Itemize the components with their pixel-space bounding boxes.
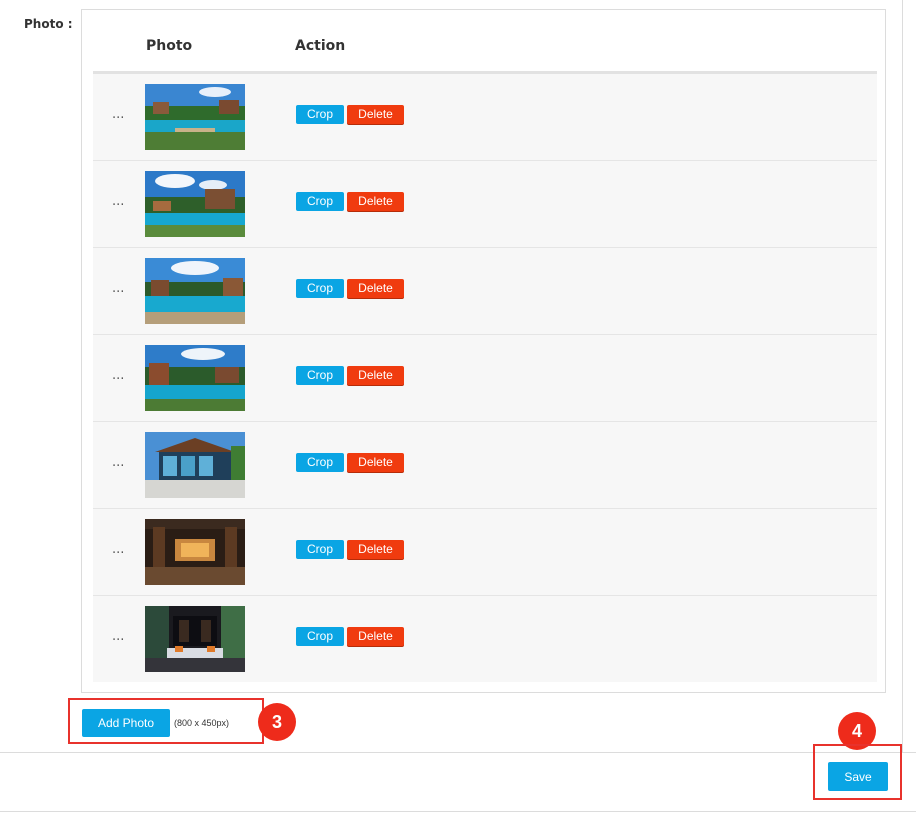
delete-button[interactable]: Delete (347, 453, 404, 472)
glass-lobby-building-photo (145, 432, 245, 498)
drag-handle-icon[interactable]: ... (112, 542, 124, 557)
delete-button[interactable]: Delete (347, 540, 404, 559)
crop-button[interactable]: Crop (296, 279, 344, 298)
delete-button[interactable]: Delete (347, 192, 404, 211)
footer-bottom-divider (0, 811, 916, 812)
column-header-action: Action (295, 38, 346, 54)
crop-button[interactable]: Crop (296, 627, 344, 646)
photo-field-label: Photo : (24, 17, 73, 31)
delete-button[interactable]: Delete (347, 105, 404, 124)
resort-pool-aerial-photo (145, 84, 245, 150)
lounge-interior-photo (145, 606, 245, 672)
resort-pool-villas-photo (145, 345, 245, 411)
table-row: ... Crop Delete (93, 161, 877, 248)
table-row: ... Crop Delete (93, 596, 877, 682)
resort-pool-wide-photo (145, 258, 245, 324)
drag-handle-icon[interactable]: ... (112, 455, 124, 470)
delete-button[interactable]: Delete (347, 279, 404, 298)
photo-size-hint: (800 x 450px) (174, 718, 230, 728)
crop-button[interactable]: Crop (296, 105, 344, 124)
crop-button[interactable]: Crop (296, 453, 344, 472)
delete-button[interactable]: Delete (347, 627, 404, 646)
drag-handle-icon[interactable]: ... (112, 629, 124, 644)
drag-handle-icon[interactable]: ... (112, 368, 124, 383)
crop-button[interactable]: Crop (296, 540, 344, 559)
delete-button[interactable]: Delete (347, 366, 404, 385)
save-button[interactable]: Save (828, 762, 888, 791)
drag-handle-icon[interactable]: ... (112, 194, 124, 209)
photo-rows: ... Crop Delete ... Crop Delete ... Crop… (93, 74, 877, 682)
lobby-interior-photo (145, 519, 245, 585)
table-row: ... Crop Delete (93, 509, 877, 596)
footer-divider (0, 752, 916, 753)
add-photo-button[interactable]: Add Photo (82, 709, 170, 737)
step-3-badge: 3 (258, 703, 296, 741)
table-row: ... Crop Delete (93, 74, 877, 161)
column-header-photo: Photo (146, 38, 193, 54)
content-right-border (902, 0, 903, 752)
table-row: ... Crop Delete (93, 422, 877, 509)
resort-pool-sunloungers-photo (145, 171, 245, 237)
crop-button[interactable]: Crop (296, 366, 344, 385)
drag-handle-icon[interactable]: ... (112, 107, 124, 122)
drag-handle-icon[interactable]: ... (112, 281, 124, 296)
crop-button[interactable]: Crop (296, 192, 344, 211)
table-row: ... Crop Delete (93, 335, 877, 422)
table-row: ... Crop Delete (93, 248, 877, 335)
